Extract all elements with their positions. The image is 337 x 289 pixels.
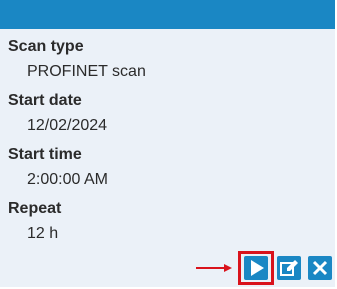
close-icon [312, 260, 328, 276]
edit-scan-button[interactable] [277, 256, 301, 280]
repeat-value: 12 h [27, 225, 59, 242]
arrow-right-icon [196, 264, 232, 272]
delete-scan-button[interactable] [308, 256, 332, 280]
start-time-value: 2:00:00 AM [27, 171, 108, 188]
start-date-label: Start date [8, 92, 82, 109]
repeat-label: Repeat [8, 200, 62, 217]
start-time-label: Start time [8, 146, 82, 163]
scan-details-panel: Scan type PROFINET scan Start date 12/02… [0, 0, 337, 289]
edit-icon [280, 260, 298, 276]
start-date-value: 12/02/2024 [27, 117, 108, 134]
scan-details: Scan type PROFINET scan Start date 12/02… [8, 37, 335, 244]
scan-type-value: PROFINET scan [27, 63, 146, 80]
start-scan-button[interactable] [244, 256, 268, 280]
scan-type-label: Scan type [8, 38, 84, 55]
play-icon [251, 260, 264, 276]
panel-header-bar [0, 0, 335, 29]
